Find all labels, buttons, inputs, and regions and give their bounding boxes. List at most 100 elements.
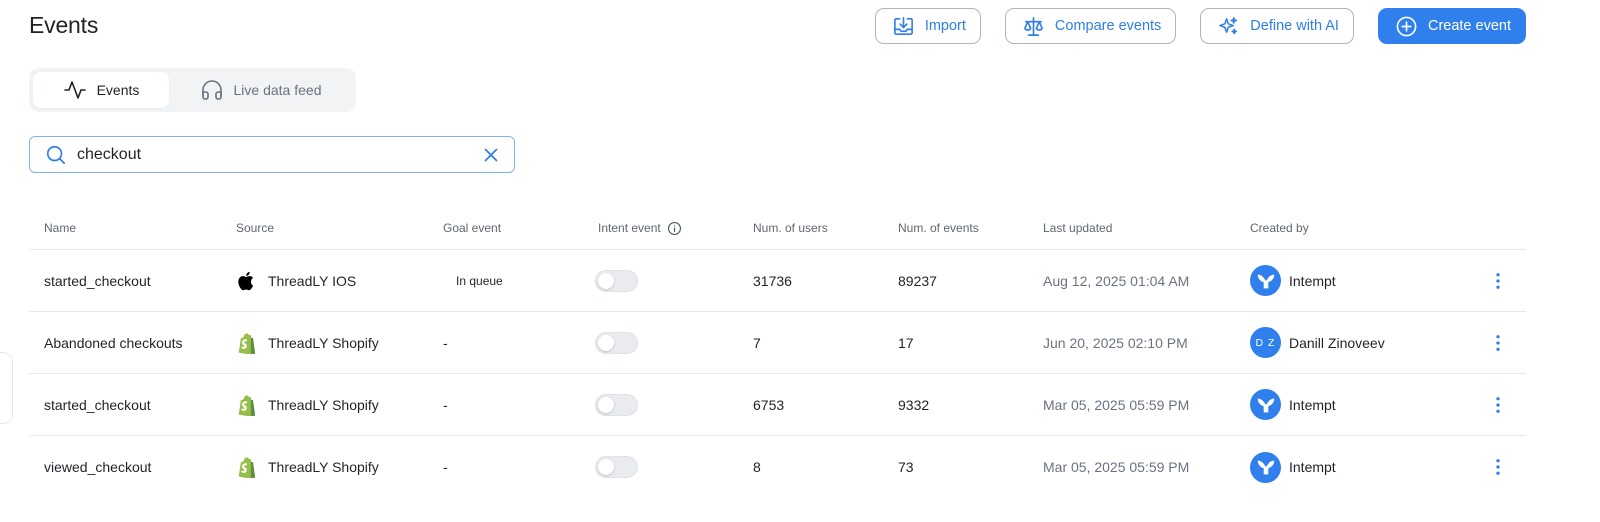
sparkles-icon [1219,16,1238,34]
table-header: Name Source Goal event Intent event Num.… [29,207,1526,250]
avatar [1250,451,1281,483]
intent-toggle[interactable] [595,456,638,478]
create-event-label: Create event [1427,18,1511,34]
event-source: ThreadLY IOS [236,270,443,292]
last-updated: Jun 20, 2025 02:10 PM [1043,334,1188,351]
creator-name: Danill Zinoveev [1289,334,1385,351]
column-name: Name [44,221,77,235]
creator-name: Intempt [1289,272,1336,289]
last-updated: Mar 05, 2025 05:59 PM [1043,396,1190,413]
whale-icon [1257,274,1274,288]
create-event-button[interactable]: Create event [1377,8,1526,44]
table-row[interactable]: Abandoned checkouts ThreadLY Shopify - 7… [29,312,1526,374]
apple-icon [238,271,254,290]
source-label: ThreadLY Shopify [268,459,379,475]
define-with-ai-label: Define with AI [1250,18,1339,34]
source-label: ThreadLY Shopify [268,334,379,351]
compare-events-label: Compare events [1054,18,1162,34]
intent-event [595,456,753,478]
tab-events[interactable]: Events [33,72,169,108]
intent-toggle[interactable] [595,269,638,292]
table-row[interactable]: started_checkout ThreadLY Shopify - 6753… [29,374,1526,436]
view-tabs: Events Live data feed [29,68,356,112]
avatar [1250,389,1281,420]
shopify-icon [238,332,256,354]
import-button[interactable]: Import [874,8,981,44]
avatar [1250,265,1281,296]
events-table: Name Source Goal event Intent event Num.… [29,207,1526,498]
event-name[interactable]: started_checkout [29,397,236,413]
search-input[interactable] [77,145,480,164]
num-users: 6753 [753,396,785,413]
activity-icon [63,81,86,99]
search-box [29,136,515,173]
event-source: ThreadLY Shopify [236,332,443,354]
shopify-icon [238,457,256,478]
column-num-events: Num. of events [898,221,979,235]
column-num-users: Num. of users [753,221,828,235]
creator-name: Intempt [1289,459,1336,475]
num-users: 7 [753,334,761,351]
table-row[interactable]: viewed_checkout ThreadLY Shopify - 8 73 … [29,436,1526,498]
num-events: 9332 [898,396,930,413]
intent-toggle[interactable] [595,393,638,416]
event-name[interactable]: viewed_checkout [29,459,236,475]
avatar: D Z [1250,327,1281,358]
source-label: ThreadLY Shopify [268,396,379,413]
intent-event [595,393,753,416]
compare-events-button[interactable]: Compare events [1004,8,1177,44]
goal-event: - [443,334,448,351]
created-by: Intempt [1250,451,1470,483]
source-label: ThreadLY IOS [268,272,357,289]
column-intent-event: Intent event [598,221,753,236]
more-options-icon[interactable] [1488,271,1508,291]
event-name[interactable]: started_checkout [29,273,236,289]
search-icon [46,145,66,164]
column-source: Source [236,221,275,235]
tab-live-label: Live data feed [233,82,322,98]
num-users: 31736 [753,272,792,289]
goal-event: - [443,459,448,475]
event-source: ThreadLY Shopify [236,394,443,416]
top-actions: Import Compare events Define with AI Cre… [874,8,1526,44]
created-by: D Z Danill Zinoveev [1250,327,1470,358]
event-name[interactable]: Abandoned checkouts [29,335,236,351]
num-events: 89237 [898,272,937,289]
tab-events-label: Events [96,82,140,98]
more-options-icon[interactable] [1488,457,1508,477]
num-events: 17 [898,334,914,351]
import-label: Import [924,18,966,34]
side-panel-handle[interactable] [0,352,13,424]
goal-event: In queue [443,274,598,288]
created-by: Intempt [1250,389,1470,420]
headphones-icon [201,80,222,100]
column-created-by: Created by [1250,221,1309,235]
num-users: 8 [753,459,761,475]
column-intent-label: Intent event [598,221,661,235]
goal-event: - [443,396,448,413]
intent-event [595,269,753,292]
info-icon[interactable] [667,221,682,236]
column-last-updated: Last updated [1043,221,1113,235]
whale-icon [1257,460,1274,475]
status-badge: In queue [456,273,503,288]
creator-name: Intempt [1289,396,1336,413]
intent-event [595,331,753,354]
num-events: 73 [898,459,914,475]
event-source: ThreadLY Shopify [236,456,443,478]
column-goal-event: Goal event [443,221,502,235]
shopify-icon [238,394,256,416]
define-with-ai-button[interactable]: Define with AI [1200,8,1354,44]
table-row[interactable]: started_checkout ThreadLY IOS In queue 3… [29,250,1526,312]
last-updated: Mar 05, 2025 05:59 PM [1043,459,1190,475]
last-updated: Aug 12, 2025 01:04 AM [1043,272,1190,289]
more-options-icon[interactable] [1488,395,1508,415]
whale-icon [1257,398,1274,412]
intent-toggle[interactable] [595,331,638,354]
clear-search-icon[interactable] [480,144,502,166]
more-options-icon[interactable] [1488,333,1508,353]
tab-live-data-feed[interactable]: Live data feed [169,72,352,108]
plus-circle-icon [1396,16,1417,36]
import-icon [893,16,913,35]
scale-icon [1023,16,1043,36]
